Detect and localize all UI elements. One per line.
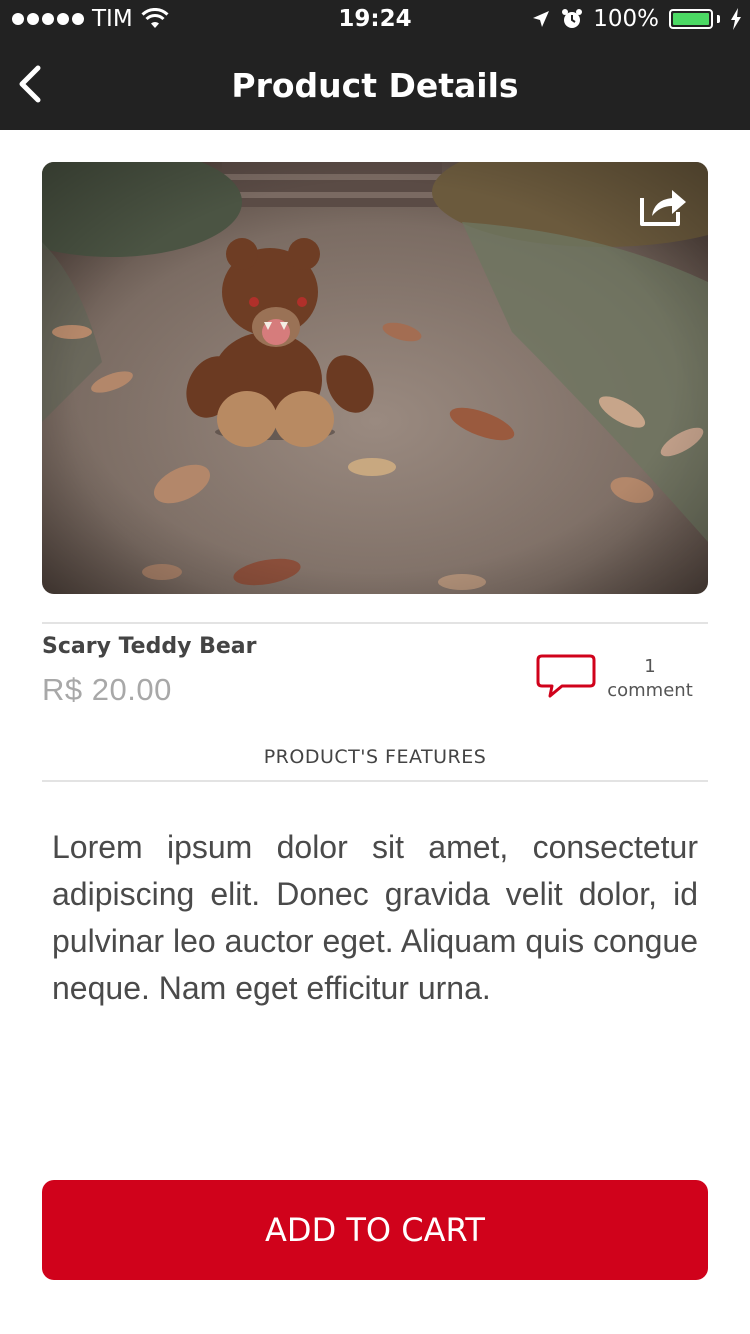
status-bar: TIM 19:24 100% [0, 0, 750, 40]
product-name: Scary Teddy Bear [42, 634, 257, 659]
alarm-clock-icon [562, 9, 583, 28]
navigation-bar: Product Details [0, 40, 750, 130]
page-title: Product Details [231, 66, 519, 105]
comment-label: comment [607, 680, 693, 701]
battery-percent: 100% [593, 6, 659, 32]
battery-icon [669, 9, 720, 29]
top-bar: TIM 19:24 100% Product Details [0, 0, 750, 130]
product-price: R$ 20.00 [42, 672, 172, 707]
comments-button[interactable]: 1 comment [536, 650, 708, 706]
share-icon[interactable] [638, 184, 688, 228]
comment-bubble-icon [536, 654, 596, 698]
teddy-bear-photo [42, 162, 708, 594]
charging-bolt-icon [731, 8, 741, 30]
product-image [42, 162, 708, 594]
add-to-cart-button[interactable]: ADD TO CART [42, 1180, 708, 1280]
divider-top [42, 622, 708, 624]
features-heading: PRODUCT'S FEATURES [263, 746, 487, 768]
product-description: Lorem ipsum dolor sit amet, consectetur … [52, 829, 698, 1006]
location-arrow-icon [533, 11, 550, 27]
status-right: 100% [531, 6, 742, 32]
comment-count: 1 [644, 656, 656, 677]
divider-features [42, 780, 708, 782]
